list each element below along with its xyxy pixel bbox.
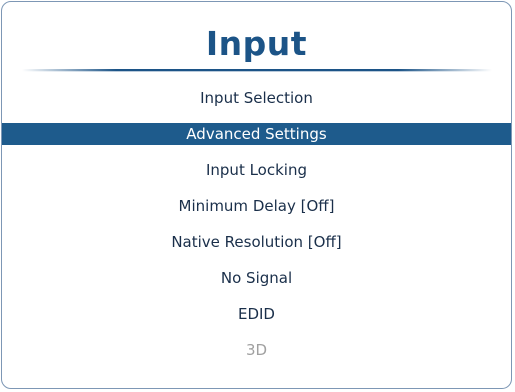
title-divider-shadow [22,71,492,72]
menu-item-3d: 3D [245,341,268,359]
osd-menu-panel: Input Input Selection Advanced Settings … [1,1,512,389]
menu-item-edid[interactable]: EDID [2,303,511,325]
menu-item-input-selection[interactable]: Input Selection [2,87,511,109]
menu-item-no-signal[interactable]: No Signal [2,267,511,289]
menu-item-native-resolution[interactable]: Native Resolution [Off] [2,231,511,253]
menu-item-advanced-settings[interactable]: Advanced Settings [2,123,511,145]
page-title: Input [205,24,308,63]
menu-item-minimum-delay[interactable]: Minimum Delay [Off] [2,195,511,217]
input-menu-list: Input Selection Advanced Settings Input … [2,87,511,375]
menu-item-input-locking[interactable]: Input Locking [2,159,511,181]
